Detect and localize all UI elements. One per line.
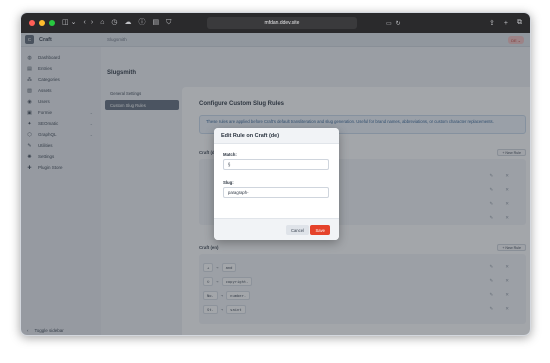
shield-icon[interactable]: ⛉: [166, 13, 171, 33]
edit-rule-modal: Edit Rule on Craft (de) Match: Slug: Can…: [214, 128, 339, 240]
extension-icon[interactable]: ▭: [386, 20, 392, 27]
slug-label: Slug:: [223, 180, 234, 185]
share-icon[interactable]: ⇪: [489, 19, 495, 27]
chevron-down-icon[interactable]: ⌄: [71, 13, 77, 33]
browser-window: ◫ ⌄ ‹ › ⌂ ◷ ☁ ⓘ ▤ ⛉ mfdan.ddev.site ▭ ↻ …: [20, 12, 531, 336]
minimize-window-button[interactable]: [39, 20, 45, 26]
close-window-button[interactable]: [29, 20, 35, 26]
cloud-icon[interactable]: ☁: [125, 13, 132, 33]
reload-icon[interactable]: ↻: [396, 20, 401, 27]
address-bar[interactable]: mfdan.ddev.site: [207, 17, 357, 29]
tabs-icon[interactable]: ⧉: [517, 19, 522, 27]
toolbar-right: ⇪ + ⧉: [489, 13, 522, 33]
sidebar-icon[interactable]: ◫: [62, 13, 69, 33]
reader-icon[interactable]: ▤: [153, 13, 160, 33]
match-label: Match:: [223, 152, 237, 157]
zoom-window-button[interactable]: [49, 20, 55, 26]
info-icon[interactable]: ⓘ: [139, 13, 146, 33]
modal-footer: Cancel Save: [214, 218, 339, 240]
url-text: mfdan.ddev.site: [264, 20, 300, 26]
modal-title: Edit Rule on Craft (de): [214, 128, 339, 144]
cancel-button[interactable]: Cancel: [285, 225, 309, 235]
plus-icon[interactable]: +: [504, 20, 508, 27]
traffic-lights: [29, 20, 55, 26]
save-button[interactable]: Save: [310, 225, 330, 235]
match-input[interactable]: [223, 159, 329, 170]
history-icon[interactable]: ◷: [111, 13, 117, 33]
browser-toolbar: ◫ ⌄ ‹ › ⌂ ◷ ☁ ⓘ ▤ ⛉ mfdan.ddev.site ▭ ↻ …: [21, 13, 530, 33]
address-right-icons: ▭ ↻: [386, 13, 401, 33]
chevron-left-icon[interactable]: ‹: [84, 13, 86, 33]
slug-input[interactable]: [223, 187, 329, 198]
home-icon[interactable]: ⌂: [100, 13, 104, 33]
chevron-right-icon[interactable]: ›: [91, 13, 93, 33]
